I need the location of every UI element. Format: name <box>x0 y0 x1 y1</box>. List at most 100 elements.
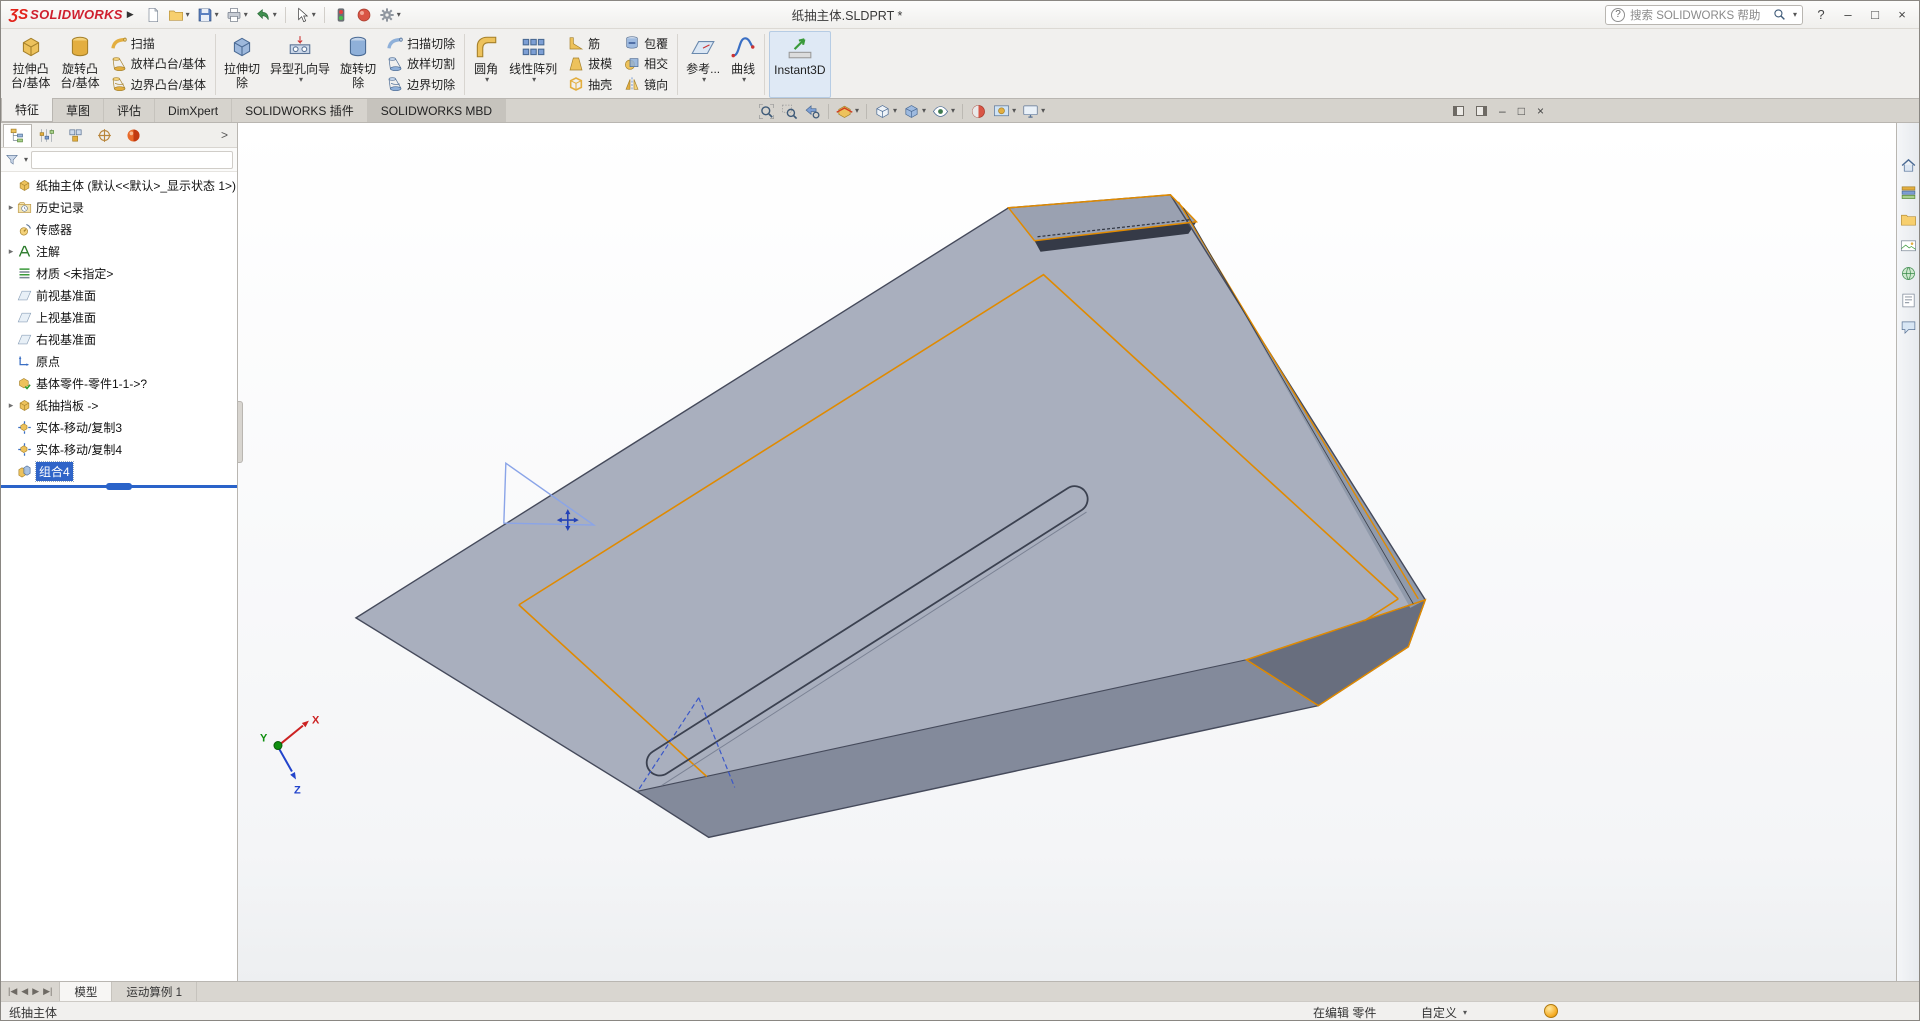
zoom-to-area-button[interactable] <box>779 100 800 122</box>
window-minimize-button[interactable]: – <box>1839 7 1857 22</box>
rebuild-button[interactable] <box>330 4 352 26</box>
tree-item-move-copy-4[interactable]: 实体-移动/复制4 <box>1 438 237 460</box>
first-tab-button[interactable]: |◀ <box>8 986 17 997</box>
fillet-button[interactable]: 圆角 ▾ <box>469 31 503 98</box>
revolved-boss-button[interactable]: 旋转凸 台/基体 <box>56 31 103 98</box>
tab-model[interactable]: 模型 <box>59 982 112 1001</box>
filter-caret[interactable]: ▾ <box>24 156 28 164</box>
tab-solidworks-addins[interactable]: SOLIDWORKS 插件 <box>232 99 368 122</box>
window-restore-button[interactable]: □ <box>1866 7 1884 22</box>
help-button[interactable]: ? <box>1812 7 1830 22</box>
tree-item-annotations[interactable]: ▸ 注解 <box>1 240 237 262</box>
linear-pattern-button[interactable]: 线性阵列 ▾ <box>505 31 561 98</box>
menu-expand-icon[interactable]: ▶ <box>127 9 134 20</box>
tree-item-material[interactable]: 材质 <未指定> <box>1 262 237 284</box>
graphics-viewport[interactable]: X Z Y <box>238 123 1896 981</box>
collapse-left-pane-icon[interactable] <box>1453 106 1464 116</box>
new-document-button[interactable] <box>142 4 164 26</box>
swept-boss-button[interactable]: 扫描 <box>108 33 209 53</box>
options-button[interactable]: ▾ <box>376 4 404 26</box>
reference-geometry-button[interactable]: 参考... ▾ <box>682 31 724 98</box>
tab-propertymanager[interactable] <box>32 124 61 147</box>
tree-root-item[interactable]: 纸抽主体 (默认<<默认>_显示状态 1>) <box>1 174 237 196</box>
lofted-cut-button[interactable]: 放样切割 <box>384 54 458 74</box>
solidworks-resources-button[interactable] <box>1900 157 1917 174</box>
tab-motion-study-1[interactable]: 运动算例 1 <box>112 982 197 1001</box>
panel-splitter-handle[interactable] <box>238 401 243 463</box>
swept-cut-button[interactable]: 扫描切除 <box>384 33 458 53</box>
hide-show-items-button[interactable]: ▾ <box>930 100 957 122</box>
tree-item-base-part[interactable]: 基体零件-零件1-1->? <box>1 372 237 394</box>
edit-appearance-button-viewport[interactable] <box>968 100 989 122</box>
appearances-scenes-button[interactable] <box>1900 265 1917 282</box>
tree-item-combine-4[interactable]: 组合4 <box>1 460 237 482</box>
tissue-box-model[interactable] <box>356 195 1425 838</box>
help-search-box[interactable]: ? 搜索 SOLIDWORKS 帮助 ▾ <box>1605 5 1803 25</box>
custom-properties-button[interactable] <box>1900 292 1917 309</box>
tree-item-history[interactable]: ▸ 历史记录 <box>1 196 237 218</box>
dropdown-caret[interactable]: ▾ <box>742 76 746 84</box>
previous-tab-button[interactable]: ◀ <box>21 986 28 997</box>
tree-item-sensors[interactable]: 传感器 <box>1 218 237 240</box>
dropdown-caret[interactable]: ▾ <box>485 76 489 84</box>
status-custom-button[interactable]: 自定义▾ <box>1421 1004 1467 1021</box>
solidworks-forum-button[interactable] <box>1900 319 1917 336</box>
apply-scene-button[interactable]: ▾ <box>991 100 1018 122</box>
tab-displaymanager[interactable] <box>119 124 148 147</box>
lofted-boss-button[interactable]: 放样凸台/基体 <box>108 54 209 74</box>
tab-dimxpert[interactable]: DimXpert <box>155 99 232 122</box>
tab-featuremanager-tree[interactable] <box>3 124 32 147</box>
extruded-cut-button[interactable]: 拉伸切 除 <box>220 31 264 98</box>
tree-item-baffle-part[interactable]: ▸ 纸抽挡板 -> <box>1 394 237 416</box>
tab-dimxpertmanager[interactable] <box>90 124 119 147</box>
display-style-button[interactable]: ▾ <box>901 100 928 122</box>
tab-evaluate[interactable]: 评估 <box>104 99 155 122</box>
panel-expand-button[interactable]: > <box>214 128 235 142</box>
hole-wizard-button[interactable]: 异型孔向导 ▾ <box>266 31 334 98</box>
select-button[interactable]: ▾ <box>291 4 319 26</box>
window-close-button[interactable]: × <box>1893 7 1911 22</box>
model-scene[interactable]: X Z Y <box>238 123 1896 981</box>
last-tab-button[interactable]: ▶| <box>43 986 52 997</box>
zoom-to-fit-button[interactable] <box>756 100 777 122</box>
undo-button[interactable]: ▾ <box>252 4 280 26</box>
expand-arrow-icon[interactable]: ▸ <box>5 400 17 411</box>
status-sphere-icon[interactable] <box>1544 1004 1558 1018</box>
view-palette-button[interactable] <box>1900 238 1917 255</box>
dropdown-caret[interactable]: ▾ <box>702 76 706 84</box>
print-button[interactable]: ▾ <box>223 4 251 26</box>
tab-sketch[interactable]: 草图 <box>53 99 104 122</box>
previous-view-button[interactable] <box>802 100 823 122</box>
tree-item-origin[interactable]: 原点 <box>1 350 237 372</box>
rollback-bar[interactable] <box>1 485 237 488</box>
boundary-boss-button[interactable]: 边界凸台/基体 <box>108 74 209 94</box>
expand-arrow-icon[interactable]: ▸ <box>5 202 17 213</box>
revolved-cut-button[interactable]: 旋转切 除 <box>336 31 380 98</box>
tree-item-move-copy-3[interactable]: 实体-移动/复制3 <box>1 416 237 438</box>
search-scope-caret[interactable]: ▾ <box>1793 11 1797 19</box>
mirror-button[interactable]: 镜向 <box>621 74 671 94</box>
tree-item-top-plane[interactable]: 上视基准面 <box>1 306 237 328</box>
dropdown-caret[interactable]: ▾ <box>532 76 536 84</box>
tab-configurationmanager[interactable] <box>61 124 90 147</box>
next-tab-button[interactable]: ▶ <box>32 986 39 997</box>
rib-button[interactable]: 筋 <box>565 33 615 53</box>
doc-close-button[interactable]: × <box>1537 104 1544 118</box>
tree-item-right-plane[interactable]: 右视基准面 <box>1 328 237 350</box>
expand-arrow-icon[interactable]: ▸ <box>5 246 17 257</box>
wrap-button[interactable]: 包覆 <box>621 33 671 53</box>
edit-appearance-button[interactable] <box>353 4 375 26</box>
boundary-cut-button[interactable]: 边界切除 <box>384 74 458 94</box>
dropdown-caret[interactable]: ▾ <box>299 76 303 84</box>
tab-features[interactable]: 特征 <box>1 98 53 122</box>
doc-restore-button[interactable]: □ <box>1518 104 1525 118</box>
file-explorer-button[interactable] <box>1900 211 1917 228</box>
section-view-button[interactable]: ▾ <box>834 100 861 122</box>
search-icon[interactable] <box>1773 8 1786 21</box>
extruded-boss-button[interactable]: 拉伸凸 台/基体 <box>7 31 54 98</box>
shell-button[interactable]: 抽壳 <box>565 74 615 94</box>
save-button[interactable]: ▾ <box>194 4 222 26</box>
curves-button[interactable]: 曲线 ▾ <box>726 31 760 98</box>
tree-item-front-plane[interactable]: 前视基准面 <box>1 284 237 306</box>
doc-minimize-button[interactable]: – <box>1499 104 1506 118</box>
